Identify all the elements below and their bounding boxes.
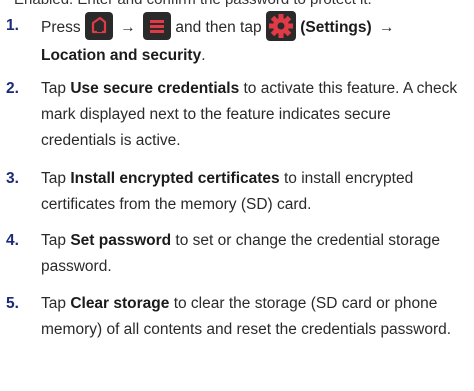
step-number: 2. [6, 80, 19, 97]
tap-label: Tap [41, 295, 66, 312]
tap-label: Tap [41, 170, 66, 187]
option-label: Clear storage [70, 295, 170, 312]
step-number: 4. [6, 232, 19, 249]
step-number: 1. [6, 17, 19, 34]
option-label: Install encrypted certificates [70, 170, 280, 187]
home-icon [84, 12, 113, 40]
period: . [201, 47, 206, 64]
tap-label: Tap [41, 80, 66, 97]
arrow-label: → [120, 19, 136, 37]
step-number: 3. [6, 170, 19, 187]
step-number: 5. [6, 295, 19, 312]
step-text: Tap Clear storage to clear the storage (… [41, 291, 469, 343]
option-label: Use secure credentials [70, 80, 240, 97]
press-label: Press [41, 19, 81, 37]
tap-label: Tap [41, 232, 66, 249]
settings-label: (Settings) [300, 19, 372, 37]
target-label: Location and security [41, 47, 202, 64]
settings-gear-icon [265, 11, 296, 41]
intro-text: Enabled. Enter and confirm the password … [14, 0, 372, 8]
arrow-label: → [378, 19, 395, 37]
step-text: Press → and then tap (Settings) → Locati… [41, 11, 469, 68]
step-text: Tap Use secure credentials to activate t… [41, 76, 469, 154]
option-label: Set password [70, 232, 172, 249]
step-text: Tap Set password to set or change the cr… [41, 228, 469, 280]
then-tap-label: and then tap [175, 19, 262, 37]
menu-icon [143, 12, 172, 40]
step-text: Tap Install encrypted certificates to in… [41, 166, 469, 218]
